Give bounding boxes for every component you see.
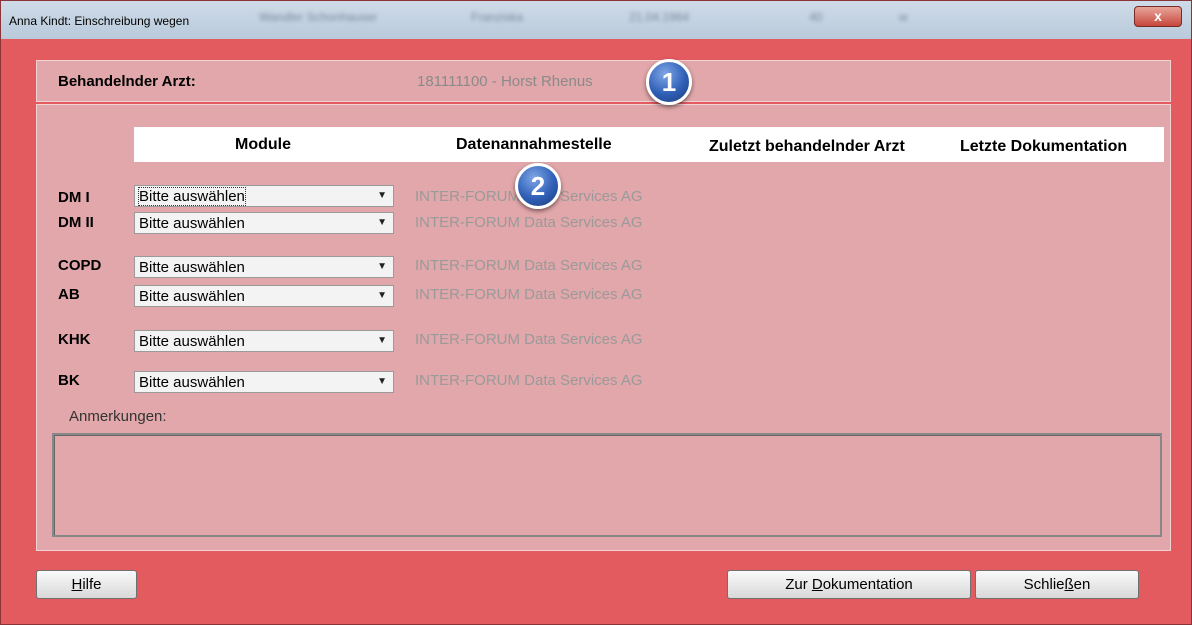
close-label: en	[1073, 576, 1091, 593]
select-value: Bitte auswählen	[139, 374, 245, 391]
module-select-dm1[interactable]: Bitte auswählen ▼	[134, 185, 394, 207]
module-select-bk[interactable]: Bitte auswählen ▼	[134, 371, 394, 393]
select-value: Bitte auswählen	[139, 333, 245, 350]
select-value: Bitte auswählen	[138, 187, 246, 206]
chevron-down-icon: ▼	[377, 335, 387, 346]
module-label-ab: AB	[58, 286, 80, 303]
module-label-khk: KHK	[58, 331, 91, 348]
module-label-dm2: DM II	[58, 214, 94, 231]
annotation-badge-1: 1	[646, 59, 692, 105]
doctor-value: 181111100 - Horst Rhenus	[417, 73, 593, 90]
documentation-button[interactable]: Zur Dokumentation	[727, 570, 971, 599]
doctor-panel: Behandelnder Arzt: 181111100 - Horst Rhe…	[36, 60, 1171, 102]
background-row-text: Wandler Schonhauser	[259, 10, 378, 24]
column-header-last-documentation: Letzte Dokumentation	[960, 138, 1128, 155]
select-value: Bitte auswählen	[139, 215, 245, 232]
notes-textarea[interactable]	[52, 433, 1162, 537]
close-label-pre: Schlie	[1023, 576, 1065, 593]
documentation-mnemonic: D	[811, 576, 823, 593]
background-row-text: 21.04.1964	[629, 10, 690, 24]
module-label-copd: COPD	[58, 257, 102, 274]
dan-value-copd: INTER-FORUM Data Services AG	[415, 257, 643, 274]
chevron-down-icon: ▼	[377, 261, 387, 272]
module-select-khk[interactable]: Bitte auswählen ▼	[134, 330, 394, 352]
dan-value-ab: INTER-FORUM Data Services AG	[415, 286, 643, 303]
notes-label: Anmerkungen:	[69, 408, 167, 425]
background-row-text: 40	[809, 10, 823, 24]
modules-panel: Module Datenannahmestelle Zuletzt behand…	[36, 104, 1171, 551]
module-select-copd[interactable]: Bitte auswählen ▼	[134, 256, 394, 278]
doctor-label: Behandelnder Arzt:	[58, 73, 196, 90]
column-header-last-doctor: Zuletzt behandelnder Arzt	[709, 138, 905, 155]
table-header: Module Datenannahmestelle Zuletzt behand…	[134, 127, 1164, 162]
column-header-datenannahmestelle: Datenannahmestelle	[456, 136, 612, 153]
close-icon: x	[1154, 8, 1162, 24]
module-select-dm2[interactable]: Bitte auswählen ▼	[134, 212, 394, 234]
close-button[interactable]: Schließen	[975, 570, 1139, 599]
documentation-label: okumentation	[822, 576, 913, 593]
module-select-ab[interactable]: Bitte auswählen ▼	[134, 285, 394, 307]
help-label: ilfe	[82, 576, 102, 593]
dan-value-bk: INTER-FORUM Data Services AG	[415, 372, 643, 389]
close-window-button[interactable]: x	[1134, 6, 1182, 27]
enrollment-dialog: Anna Kindt: Einschreibung wegen Wandler …	[0, 0, 1192, 625]
chevron-down-icon: ▼	[377, 217, 387, 228]
annotation-badge-2: 2	[515, 163, 561, 209]
dan-value-dm2: INTER-FORUM Data Services AG	[415, 214, 643, 231]
chevron-down-icon: ▼	[377, 290, 387, 301]
title-bar[interactable]: Anna Kindt: Einschreibung wegen Wandler …	[1, 1, 1191, 39]
help-button[interactable]: Hilfe	[36, 570, 137, 599]
help-mnemonic: H	[71, 576, 83, 593]
column-header-module: Module	[235, 136, 291, 153]
select-value: Bitte auswählen	[139, 259, 245, 276]
chevron-down-icon: ▼	[377, 376, 387, 387]
close-mnemonic: ß	[1064, 576, 1074, 593]
module-label-dm1: DM I	[58, 189, 90, 206]
documentation-label-pre: Zur	[785, 576, 812, 593]
dan-value-khk: INTER-FORUM Data Services AG	[415, 331, 643, 348]
window-title: Anna Kindt: Einschreibung wegen	[9, 14, 190, 28]
background-row-text: w	[899, 10, 908, 24]
chevron-down-icon: ▼	[377, 190, 387, 201]
background-row-text: Franziska	[471, 10, 524, 24]
select-value: Bitte auswählen	[139, 288, 245, 305]
module-label-bk: BK	[58, 372, 80, 389]
